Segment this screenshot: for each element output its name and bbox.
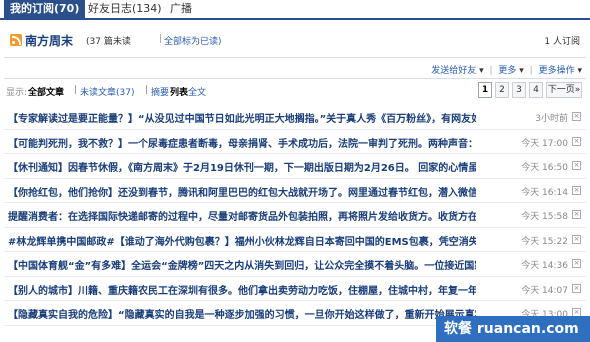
filter-all-articles[interactable]: 全部文章 [28, 85, 64, 98]
article-time: 今天 17:00 [521, 138, 568, 149]
tab-friend-blogs[interactable]: 好友日志(134) [82, 0, 168, 18]
list-item[interactable]: 【中国体育舰“金”有多难】全运会“金牌榜”四天之内从消失到回归，让公众完全摸不着… [4, 252, 586, 277]
view-fulltext[interactable]: 全文 [188, 85, 206, 98]
list-item[interactable]: 【你抢红包，他们抢你】还没到春节，腾讯和阿里巴巴的红包大战就开场了。网里通过春节… [4, 179, 586, 203]
pagination: 1 2 3 4 下一页» [478, 82, 582, 98]
send-to-friend-link[interactable]: 发送给好友 [431, 66, 476, 76]
article-time: 今天 14:36 [521, 261, 568, 271]
article-title[interactable]: 【隐藏真实自我的危险】“隐藏真实的自我是一种逐步加强的习惯，一旦你开始这样做了，… [8, 306, 476, 321]
article-title[interactable]: 【中国体育舰“金”有多难】全运会“金牌榜”四天之内从消失到回归，让公众完全摸不着… [8, 257, 476, 272]
unread-label: 篇未读 [103, 37, 131, 47]
separator: | [159, 34, 163, 44]
article-title[interactable]: 【可能判死刑，我不救？】一个尿毒症患者断毒，母亲捐肾、手术成功后，法院一审判了死… [8, 135, 476, 150]
close-icon[interactable]: × [572, 136, 581, 146]
view-list[interactable]: 列表 [170, 85, 188, 98]
more-link[interactable]: 更多 [498, 66, 516, 76]
filter-separator: | [145, 85, 149, 95]
filter-separator: | [74, 85, 78, 95]
list-item[interactable]: #林龙辉单携中国邮政#【谁动了海外代购包裹？】福州小伙林龙辉自日本寄回中国的EM… [4, 228, 586, 252]
subscription-tabs: 我的订阅(70) 好友日志(134) 广播 [0, 0, 590, 20]
more-ops-link[interactable]: 更多操作 [539, 66, 575, 76]
mark-all-read-link[interactable]: 全部标为已读) [164, 34, 222, 47]
tab-broadcast[interactable]: 广播 [164, 0, 198, 18]
page-4[interactable]: 4 [529, 82, 543, 98]
close-icon[interactable]: × [572, 210, 581, 219]
article-time: 3小时前 [535, 114, 568, 124]
close-icon[interactable]: × [572, 259, 581, 268]
filter-bar: 显示: 全部文章 | 未读文章(37) | 摘要 列表 全文 1 2 3 4 下… [4, 82, 586, 100]
page-3[interactable]: 3 [512, 82, 526, 98]
close-icon[interactable]: × [572, 283, 581, 293]
rss-icon [10, 34, 22, 46]
article-time: 今天 14:07 [521, 285, 568, 296]
article-title[interactable]: 【休刊通知】因春节休假，《南方周末》于2月19日休刊一期，下一期出版日期为2月2… [8, 159, 476, 174]
page-2[interactable]: 2 [495, 82, 509, 98]
article-list: 【专家解读过是要正能量？】“从没见过中国节日如此光明正大地搁指。”关于真人秀《百… [4, 105, 586, 326]
close-icon[interactable]: × [572, 234, 581, 244]
article-time: 今天 16:50 [521, 163, 568, 173]
feed-title[interactable]: 南方周末 [25, 32, 73, 49]
article-time: 今天 15:22 [521, 236, 568, 247]
article-title[interactable]: #林龙辉单携中国邮政#【谁动了海外代购包裹？】福州小伙林龙辉自日本寄回中国的EM… [8, 233, 476, 248]
article-title[interactable]: 【专家解读过是要正能量？】“从没见过中国节日如此光明正大地搁指。”关于真人秀《百… [8, 110, 476, 125]
article-title[interactable]: 提醒消费者：在选择国际快递邮寄的过程中，尽量对邮寄货品外包装拍照，再将照片发给收… [8, 208, 476, 223]
divider [4, 57, 586, 58]
article-title[interactable]: 【你抢红包，他们抢你】还没到春节，腾讯和阿里巴巴的红包大战就开场了。网里通过春节… [8, 184, 476, 199]
article-time: 今天 15:58 [521, 212, 568, 222]
close-icon[interactable]: × [572, 112, 581, 121]
unread-number: (37 [86, 37, 101, 47]
divider [4, 78, 586, 79]
list-item[interactable]: 提醒消费者：在选择国际快递邮寄的过程中，尽量对邮寄货品外包装拍照，再将照片发给收… [4, 203, 586, 228]
list-item[interactable]: 【休刊通知】因春节休假，《南方周末》于2月19日休刊一期，下一期出版日期为2月2… [4, 154, 586, 179]
view-summary[interactable]: 摘要 [151, 85, 169, 98]
show-label: 显示: [6, 88, 28, 98]
unread-count: (37 篇未读 [86, 34, 131, 47]
article-time: 今天 16:14 [521, 187, 568, 198]
filter-unread-articles[interactable]: 未读文章(37) [80, 85, 134, 98]
subscriber-count: 1 人订阅 [544, 37, 580, 47]
page-1[interactable]: 1 [478, 82, 492, 98]
list-item[interactable]: 【可能判死刑，我不救？】一个尿毒症患者断毒，母亲捐肾、手术成功后，法院一审判了死… [4, 130, 586, 154]
tab-my-subscriptions[interactable]: 我的订阅(70) [4, 0, 86, 18]
list-item[interactable]: 【别人的城市】川籍、重庆籍农民工在深圳有很多。他们拿出卖劳动力吃饭，住棚屋，住城… [4, 277, 586, 301]
site-watermark: 软餐 ruancan.com [436, 316, 590, 342]
list-item[interactable]: 【专家解读过是要正能量？】“从没见过中国节日如此光明正大地搁指。”关于真人秀《百… [4, 105, 586, 130]
feed-actions: 发送给好友 ▾ | 更多 ▾ | 更多操作 ▾ [431, 66, 582, 76]
next-page-button[interactable]: 下一页» [546, 82, 582, 98]
article-title[interactable]: 【别人的城市】川籍、重庆籍农民工在深圳有很多。他们拿出卖劳动力吃饭，住棚屋，住城… [8, 282, 476, 297]
close-icon[interactable]: × [572, 185, 581, 195]
close-icon[interactable]: × [572, 161, 581, 170]
feed-header: 南方周末 (37 篇未读 | 全部标为已读) 1 人订阅 [4, 30, 586, 54]
